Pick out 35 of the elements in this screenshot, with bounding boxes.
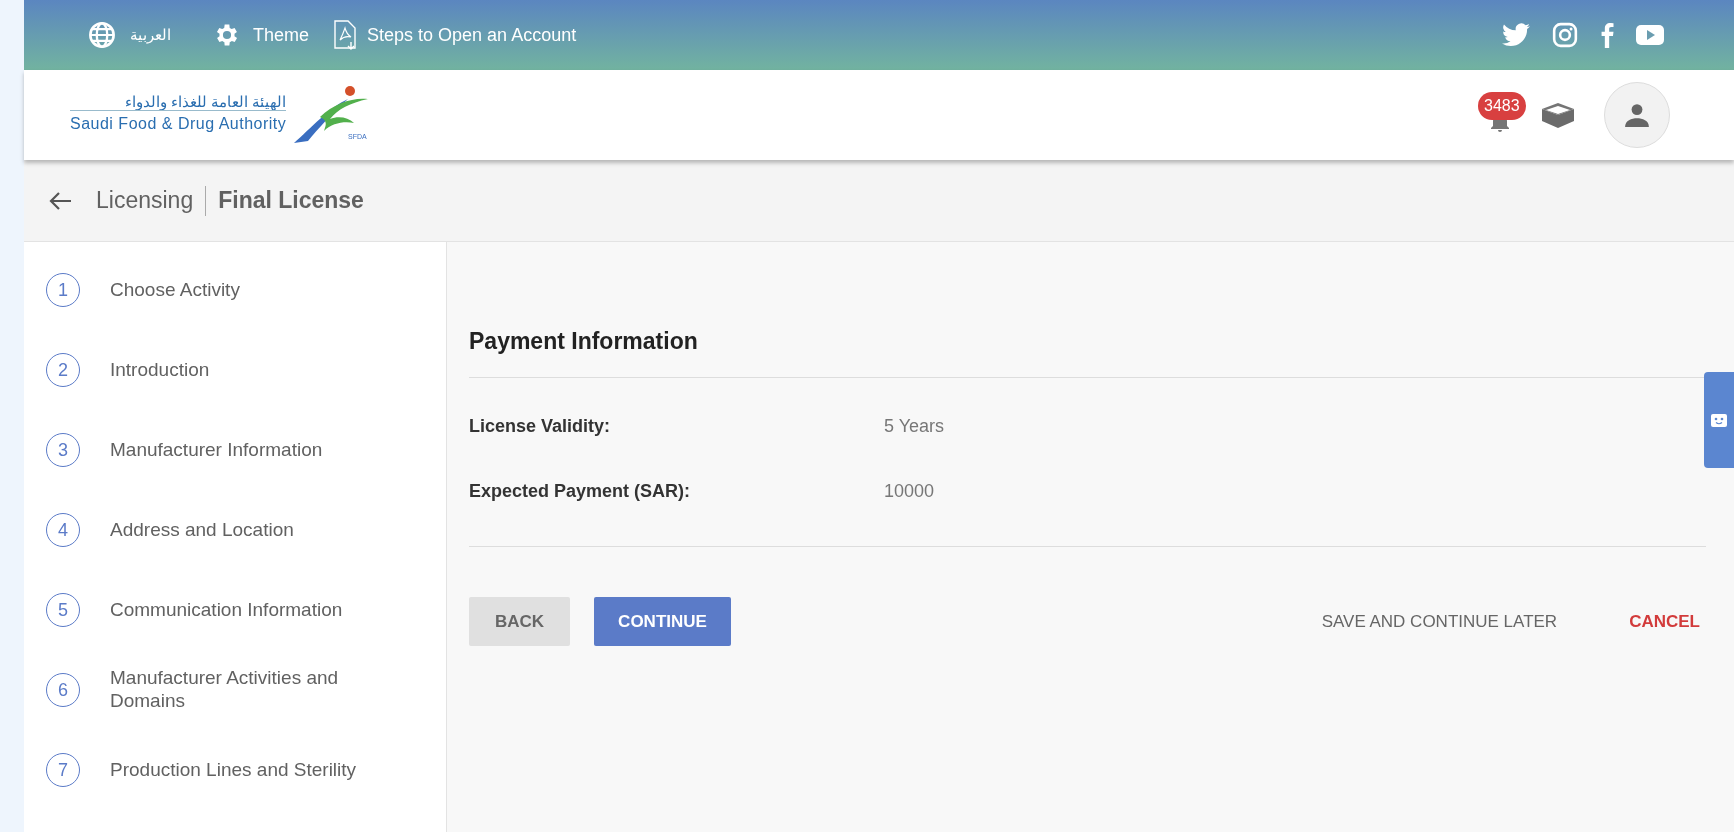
theme-link[interactable]: Theme xyxy=(253,21,310,49)
language-link[interactable]: العربية xyxy=(130,23,171,47)
save-later-button[interactable]: SAVE AND CONTINUE LATER xyxy=(1315,607,1564,635)
step-label[interactable]: Introduction xyxy=(110,358,210,382)
step-label[interactable]: Address and Location xyxy=(110,518,294,542)
steps-link[interactable]: Steps to Open an Account xyxy=(367,21,577,49)
field-label: License Validity: xyxy=(469,414,612,438)
back-arrow-icon[interactable] xyxy=(48,190,72,211)
step-label[interactable]: Choose Activity xyxy=(110,278,240,302)
notification-count-badge: 3483 xyxy=(1478,91,1526,120)
section-title: Payment Information xyxy=(469,327,699,356)
logo-arabic-text: الهيئة العامة للغذاء والدواء xyxy=(124,93,287,111)
field-value: 10000 xyxy=(884,479,935,503)
field-label: Expected Payment (SAR): xyxy=(469,479,692,503)
letter-f-icon[interactable] xyxy=(1600,22,1614,48)
chat-tab[interactable] xyxy=(1704,372,1734,468)
box-icon[interactable] xyxy=(1540,101,1576,129)
robot-face-icon xyxy=(1710,412,1728,428)
page-title: Final License xyxy=(218,186,364,216)
play-icon[interactable] xyxy=(1636,24,1664,46)
breadcrumb-link[interactable]: Licensing xyxy=(96,183,194,218)
continue-button[interactable]: CONTINUE xyxy=(594,596,731,646)
globe-icon[interactable] xyxy=(88,21,116,49)
cancel-button[interactable]: CANCEL xyxy=(1623,607,1706,635)
step-label[interactable]: Manufacturer Information xyxy=(110,438,323,462)
bird-icon[interactable] xyxy=(1502,23,1530,47)
camera-icon[interactable] xyxy=(1552,22,1578,48)
person-icon xyxy=(1624,102,1650,128)
step-label[interactable]: Communication Information xyxy=(110,598,343,622)
back-button[interactable]: BACK xyxy=(469,596,571,646)
step-label[interactable]: Production Lines and Sterility xyxy=(110,758,357,782)
pdf-download-icon[interactable] xyxy=(333,20,358,50)
field-value: 5 Years xyxy=(884,414,945,438)
step-label[interactable]: Manufacturer Activities and Domains xyxy=(110,667,410,713)
logo-english-text: Saudi Food & Drug Authority xyxy=(70,110,287,137)
